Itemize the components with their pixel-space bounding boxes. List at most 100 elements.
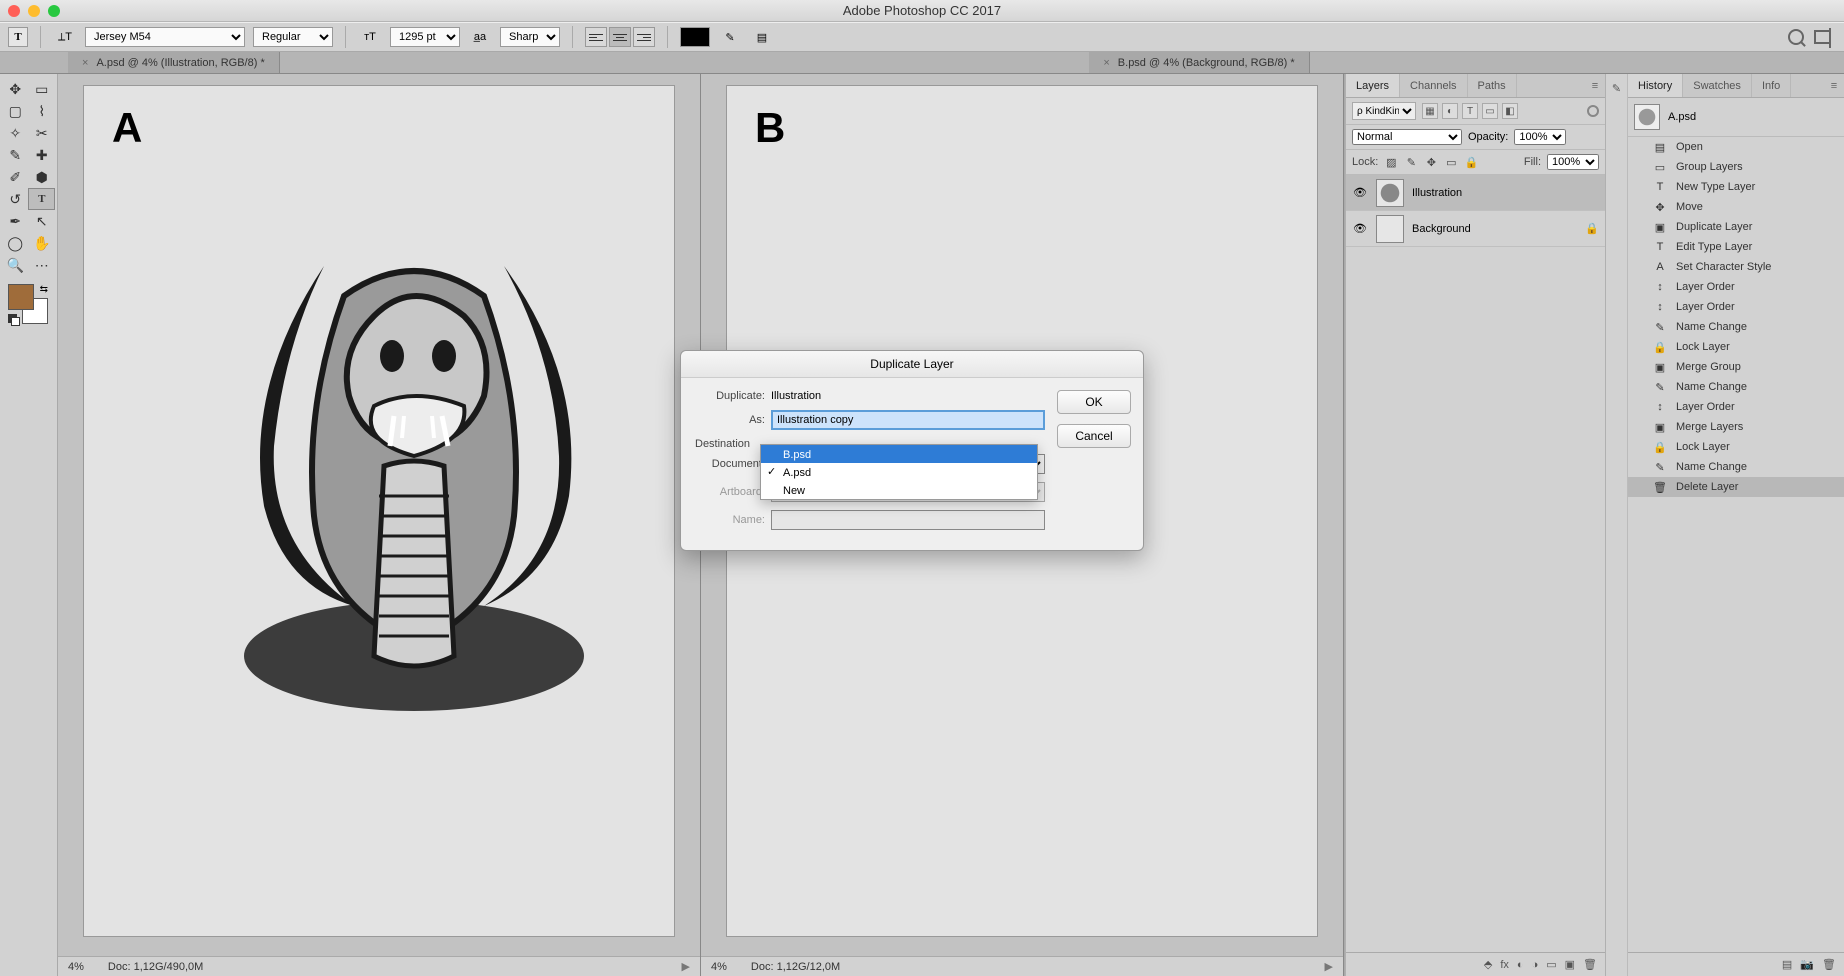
- fill-select[interactable]: 100%: [1547, 154, 1599, 170]
- fx-icon[interactable]: fx: [1500, 959, 1509, 971]
- snapshot-icon[interactable]: 📷: [1800, 958, 1814, 971]
- zoom-level[interactable]: 4%: [68, 961, 84, 973]
- edit-toolbar-icon[interactable]: ⋯: [29, 254, 56, 276]
- mask-icon[interactable]: ◐: [1517, 959, 1524, 971]
- zoom-tool-icon[interactable]: 🔍: [2, 254, 29, 276]
- text-orientation-icon[interactable]: ⟂T: [53, 26, 77, 48]
- visibility-icon[interactable]: 👁: [1352, 222, 1368, 235]
- adjustment-icon[interactable]: ◑: [1532, 959, 1539, 971]
- pen-tool-icon[interactable]: ✒: [2, 210, 29, 232]
- close-tab-icon[interactable]: ×: [82, 57, 88, 69]
- history-item[interactable]: ↕Layer Order: [1628, 297, 1844, 317]
- filter-smart-icon[interactable]: ◧: [1502, 103, 1518, 119]
- history-item[interactable]: ↕Layer Order: [1628, 277, 1844, 297]
- align-left-icon[interactable]: [585, 27, 607, 47]
- color-picker[interactable]: ⇆: [8, 284, 48, 324]
- as-input[interactable]: [771, 410, 1045, 430]
- lock-transparency-icon[interactable]: ▨: [1384, 155, 1398, 169]
- lock-all-icon[interactable]: 🔒: [1464, 155, 1478, 169]
- lasso-tool-icon[interactable]: ⌇: [29, 100, 56, 122]
- document-view-a[interactable]: A: [58, 74, 701, 976]
- new-layer-icon[interactable]: ▣: [1565, 958, 1575, 971]
- zoom-level[interactable]: 4%: [711, 961, 727, 973]
- move-tool-icon[interactable]: ✥: [2, 78, 29, 100]
- history-item[interactable]: ▣Duplicate Layer: [1628, 217, 1844, 237]
- minimize-window-icon[interactable]: [28, 5, 40, 17]
- align-center-icon[interactable]: [609, 27, 631, 47]
- zoom-window-icon[interactable]: [48, 5, 60, 17]
- layer-background[interactable]: 👁 Background 🔒: [1346, 211, 1605, 247]
- snapshot-thumb[interactable]: [1634, 104, 1660, 130]
- opacity-select[interactable]: 100%: [1514, 129, 1566, 145]
- dropdown-option-apsd[interactable]: ✓A.psd: [761, 463, 1037, 481]
- type-tool-icon[interactable]: T: [28, 188, 55, 210]
- doc-info[interactable]: Doc: 1,12G/490,0M: [108, 961, 203, 973]
- close-tab-icon[interactable]: ×: [1103, 57, 1109, 69]
- type-tool-indicator[interactable]: T: [8, 27, 28, 47]
- history-brush-tool-icon[interactable]: ↺: [2, 188, 28, 210]
- layer-illustration[interactable]: 👁 Illustration: [1346, 175, 1605, 211]
- artboard-tool-icon[interactable]: ▭: [29, 78, 56, 100]
- warp-text-icon[interactable]: ✎: [718, 26, 742, 48]
- ellipse-tool-icon[interactable]: ◯: [2, 232, 29, 254]
- align-right-icon[interactable]: [633, 27, 655, 47]
- lock-artboard-icon[interactable]: ▭: [1444, 155, 1458, 169]
- status-arrow-icon[interactable]: ▶: [682, 960, 690, 973]
- panel-menu-icon[interactable]: ≡: [1585, 74, 1605, 97]
- tab-paths[interactable]: Paths: [1468, 74, 1517, 97]
- link-layers-icon[interactable]: ⬘: [1484, 958, 1492, 971]
- filter-toggle-icon[interactable]: [1587, 105, 1599, 117]
- group-icon[interactable]: ▭: [1546, 958, 1556, 971]
- lock-position-icon[interactable]: ✥: [1424, 155, 1438, 169]
- history-item[interactable]: ▣Merge Layers: [1628, 417, 1844, 437]
- filter-pixel-icon[interactable]: ▦: [1422, 103, 1438, 119]
- marquee-tool-icon[interactable]: ▢: [2, 100, 29, 122]
- swap-colors-icon[interactable]: ⇆: [40, 284, 48, 295]
- trash-icon[interactable]: 🗑: [1583, 958, 1597, 971]
- document-dropdown[interactable]: B.psd ✓A.psd New: [760, 444, 1038, 500]
- new-doc-icon[interactable]: ▤: [1782, 958, 1792, 971]
- tab-info[interactable]: Info: [1752, 74, 1791, 97]
- workspace-icon[interactable]: [1814, 30, 1834, 44]
- brush-tool-icon[interactable]: ✐: [2, 166, 29, 188]
- tab-history[interactable]: History: [1628, 74, 1683, 97]
- doc-tab-b[interactable]: ×B.psd @ 4% (Background, RGB/8) *: [1089, 52, 1309, 73]
- history-item[interactable]: 🔒Lock Layer: [1628, 437, 1844, 457]
- history-item[interactable]: ▭Group Layers: [1628, 157, 1844, 177]
- filter-adjust-icon[interactable]: ◐: [1442, 103, 1458, 119]
- doc-info[interactable]: Doc: 1,12G/12,0M: [751, 961, 840, 973]
- layer-name[interactable]: Background: [1412, 223, 1471, 235]
- history-item[interactable]: ✎Name Change: [1628, 457, 1844, 477]
- layer-name[interactable]: Illustration: [1412, 187, 1462, 199]
- dropdown-option-new[interactable]: New: [761, 481, 1037, 499]
- history-item[interactable]: ↕Layer Order: [1628, 397, 1844, 417]
- history-brush-mark-icon[interactable]: ✎: [1609, 80, 1625, 96]
- default-colors-icon[interactable]: [8, 314, 18, 324]
- history-item[interactable]: ▣Merge Group: [1628, 357, 1844, 377]
- panel-menu-icon[interactable]: ≡: [1824, 74, 1844, 97]
- font-family-select[interactable]: Jersey M54: [85, 27, 245, 47]
- ok-button[interactable]: OK: [1057, 390, 1131, 414]
- hand-tool-icon[interactable]: ✋: [29, 232, 56, 254]
- stamp-tool-icon[interactable]: ⬢: [29, 166, 56, 188]
- trash-icon[interactable]: 🗑: [1822, 958, 1836, 971]
- crop-tool-icon[interactable]: ✂: [29, 122, 56, 144]
- page-a[interactable]: A: [84, 86, 674, 936]
- path-select-tool-icon[interactable]: ↖: [29, 210, 56, 232]
- cancel-button[interactable]: Cancel: [1057, 424, 1131, 448]
- lock-icon[interactable]: 🔒: [1585, 222, 1599, 235]
- history-list[interactable]: ▤Open▭Group LayersTNew Type Layer✥Move▣D…: [1628, 137, 1844, 952]
- history-item[interactable]: 🔒Lock Layer: [1628, 337, 1844, 357]
- doc-tab-a[interactable]: ×A.psd @ 4% (Illustration, RGB/8) *: [68, 52, 280, 73]
- layer-thumb[interactable]: [1376, 215, 1404, 243]
- history-item[interactable]: 🗑Delete Layer: [1628, 477, 1844, 497]
- lock-paint-icon[interactable]: ✎: [1404, 155, 1418, 169]
- history-item[interactable]: ✎Name Change: [1628, 317, 1844, 337]
- wand-tool-icon[interactable]: ✧: [2, 122, 29, 144]
- font-style-select[interactable]: Regular: [253, 27, 333, 47]
- history-item[interactable]: ✥Move: [1628, 197, 1844, 217]
- text-color-swatch[interactable]: [680, 27, 710, 47]
- foreground-color[interactable]: [8, 284, 34, 310]
- blend-mode-select[interactable]: Normal: [1352, 129, 1462, 145]
- font-size-select[interactable]: 1295 pt: [390, 27, 460, 47]
